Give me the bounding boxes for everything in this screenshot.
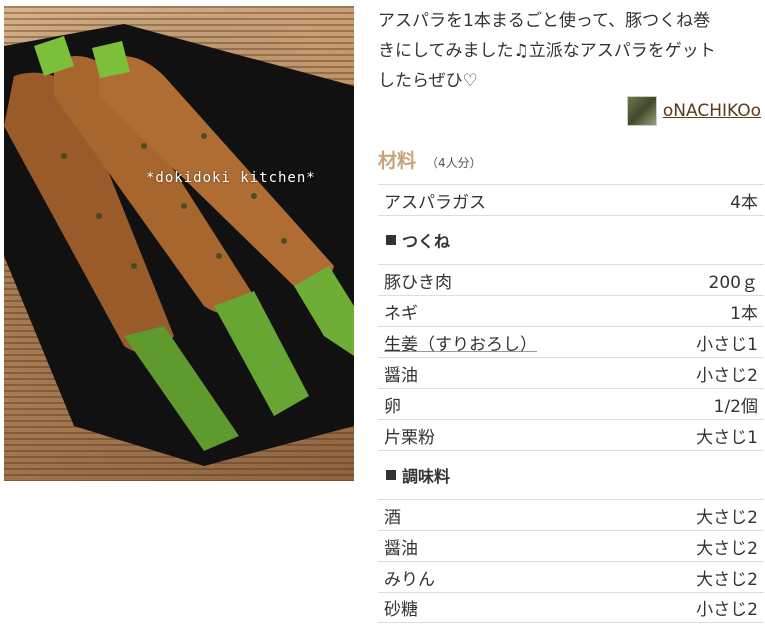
ingredient-amount: 大さじ2: [696, 507, 758, 528]
ingredient-amount: 200ｇ: [708, 272, 758, 293]
ingredient-row: 片栗粉 大さじ1: [378, 419, 764, 450]
recipe-photo: *dokidoki kitchen*: [4, 6, 354, 481]
group-header-tsukune: つくね: [378, 215, 764, 264]
ingredient-amount: 1本: [730, 303, 758, 324]
ingredient-amount: 1/2個: [713, 396, 758, 417]
ingredient-row: 卵 1/2個: [378, 388, 764, 419]
ingredient-amount: 小さじ1: [696, 334, 758, 355]
ingredient-name: 片栗粉: [384, 427, 435, 448]
ingredient-row: 酒 大さじ2: [378, 499, 764, 530]
group-label: つくね: [402, 232, 451, 251]
ingredients-heading: 材料 （4人分）: [378, 146, 482, 173]
ingredient-row: 豚ひき肉 200ｇ: [378, 264, 764, 295]
group-header-seasoning: 調味料: [378, 450, 764, 499]
author-avatar[interactable]: [626, 96, 657, 126]
ingredient-name: 砂糖: [384, 600, 418, 620]
ingredient-row: ネギ 1本: [378, 295, 764, 326]
recipe-description: アスパラを1本まるごと使って、豚つくね巻 きにしてみました♫立派なアスパラをゲッ…: [378, 11, 716, 91]
ingredient-amount: 小さじ2: [696, 600, 758, 620]
ingredient-row: 生姜（すりおろし） 小さじ1: [378, 326, 764, 357]
ingredient-row: 醤油 小さじ2: [378, 357, 764, 388]
ingredient-amount: 大さじ2: [696, 569, 758, 590]
ingredient-name: みりん: [384, 569, 435, 590]
author-info[interactable]: oNACHIKOo: [626, 96, 761, 126]
ingredient-name: 酒: [384, 507, 401, 528]
ingredient-name-link[interactable]: 生姜（すりおろし）: [384, 330, 537, 355]
ingredient-name: 醤油: [384, 538, 418, 559]
ingredient-name: ネギ: [384, 303, 418, 324]
ingredient-amount: 大さじ1: [696, 427, 758, 448]
square-bullet-icon: [386, 470, 396, 480]
author-name-link[interactable]: oNACHIKOo: [663, 101, 761, 121]
ingredient-name: 豚ひき肉: [384, 272, 452, 293]
ingredient-amount: 大さじ2: [696, 538, 758, 559]
ingredients-title: 材料: [378, 150, 417, 172]
square-bullet-icon: [386, 235, 396, 245]
ingredient-name: アスパラガス: [384, 192, 486, 213]
group-label: 調味料: [402, 467, 451, 486]
ingredient-row: 醤油 大さじ2: [378, 530, 764, 561]
ingredient-amount: 4本: [730, 192, 758, 213]
food-illustration: [4, 24, 354, 466]
ingredients-table: アスパラガス 4本 つくね 豚ひき肉 200ｇ ネギ 1本 生姜（すりおろし） …: [378, 184, 764, 623]
ingredient-row: みりん 大さじ2: [378, 561, 764, 592]
ingredient-row: アスパラガス 4本: [378, 184, 764, 215]
servings-count: （4人分）: [426, 156, 482, 170]
ingredient-amount: 小さじ2: [696, 365, 758, 386]
photo-watermark: *dokidoki kitchen*: [146, 170, 316, 186]
ingredient-name: 醤油: [384, 365, 418, 386]
ingredient-row: 砂糖 小さじ2: [378, 592, 764, 623]
ingredient-name: 卵: [384, 396, 401, 417]
